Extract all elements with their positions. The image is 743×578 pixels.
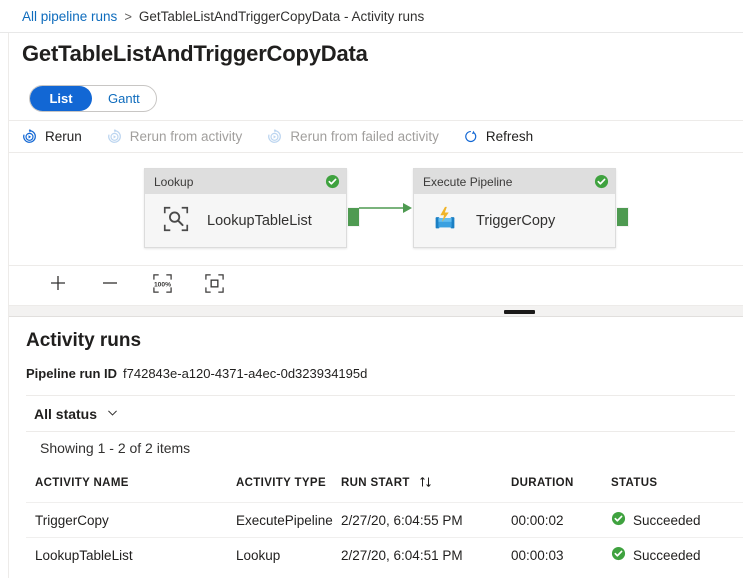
command-bar: Rerun Rerun from activity [9,120,743,152]
view-pivot: List Gantt [29,85,157,112]
showing-count: Showing 1 - 2 of 2 items [26,431,735,464]
cell-duration: 00:00:03 [511,548,611,563]
column-header-run-start-label: RUN START [341,477,410,489]
check-circle-icon [325,174,340,189]
column-header-status[interactable]: STATUS [611,477,741,489]
splitter-grip[interactable] [504,310,535,314]
rerun-from-failed-activity-button[interactable]: Rerun from failed activity [254,121,451,153]
rerun-from-activity-button[interactable]: Rerun from activity [94,121,255,153]
cell-run-start: 2/27/20, 6:04:55 PM [341,513,511,528]
refresh-button[interactable]: Refresh [451,121,545,153]
pipeline-node-lookup[interactable]: Lookup [144,168,347,248]
minus-icon [100,273,120,298]
status-filter-label: All status [34,406,97,422]
check-circle-icon [611,546,626,564]
zoom-to-fit-button[interactable] [203,275,225,297]
breadcrumb-all-pipeline-runs[interactable]: All pipeline runs [22,9,117,24]
cell-status: Succeeded [611,546,741,564]
node-header: Execute Pipeline [414,169,615,194]
node-name-label: TriggerCopy [476,213,555,229]
pivot-item-gantt[interactable]: Gantt [92,86,156,111]
refresh-label: Refresh [486,129,533,144]
plus-icon [48,273,68,298]
status-filter-dropdown[interactable]: All status [26,406,119,422]
cell-activity-type: Lookup [236,548,341,563]
cell-activity-type: ExecutePipeline [236,513,341,528]
activity-runs-heading: Activity runs [26,330,141,352]
rerun-from-activity-label: Rerun from activity [130,129,243,144]
rerun-button[interactable]: Rerun [9,121,94,153]
execute-pipeline-icon [430,204,460,238]
cell-status: Succeeded [611,511,741,529]
table-row[interactable]: LookupTableList Lookup 2/27/20, 6:04:51 … [26,537,743,572]
pipeline-run-id-value[interactable]: f742843e-a120-4371-a4ec-0d323934195d [123,366,367,381]
column-header-run-start[interactable]: RUN START [341,476,511,491]
node-type-label: Execute Pipeline [423,175,512,189]
check-circle-icon [594,174,609,189]
pipeline-run-id-label: Pipeline run ID [26,366,117,381]
activity-runs-page: All pipeline runs > GetTableListAndTrigg… [0,0,743,578]
breadcrumb-separator: > [124,9,132,24]
zoom-out-button[interactable] [99,275,121,297]
node-output-handle[interactable] [616,207,629,227]
rerun-icon [106,128,123,145]
zoom-to-100-button[interactable]: 100% [151,275,173,297]
pipeline-edge-lookup-to-trigger [359,201,415,215]
pipeline-run-id: Pipeline run ID f742843e-a120-4371-a4ec-… [26,366,367,381]
column-header-activity-type[interactable]: ACTIVITY TYPE [236,477,341,489]
fit-to-screen-icon [204,273,225,299]
status-filter-bar: All status [26,395,735,431]
breadcrumb-current: GetTableListAndTriggerCopyData - Activit… [139,9,424,24]
check-circle-icon [611,511,626,529]
cell-run-start: 2/27/20, 6:04:51 PM [341,548,511,563]
canvas-zoom-controls: 100% [9,265,743,305]
pipeline-canvas[interactable]: Lookup [9,152,743,265]
zoom-in-button[interactable] [47,275,69,297]
lookup-magnifier-icon [161,204,191,238]
node-body: LookupTableList [145,194,346,247]
breadcrumb: All pipeline runs > GetTableListAndTrigg… [0,0,743,33]
cell-activity-name: TriggerCopy [26,513,236,528]
status-badge: Succeeded [633,513,701,528]
table-row[interactable]: TriggerCopy ExecutePipeline 2/27/20, 6:0… [26,502,743,537]
pivot-item-list[interactable]: List [30,86,92,111]
rerun-icon [21,128,38,145]
node-name-label: LookupTableList [207,213,312,229]
rerun-icon [266,128,283,145]
cell-duration: 00:00:02 [511,513,611,528]
activity-runs-table: ACTIVITY NAME ACTIVITY TYPE RUN START DU… [26,464,743,572]
node-header: Lookup [145,169,346,194]
column-header-duration[interactable]: DURATION [511,477,611,489]
pipeline-node-execute-pipeline[interactable]: Execute Pipeline [413,168,616,248]
node-body: TriggerCopy [414,194,615,247]
status-badge: Succeeded [633,548,701,563]
rerun-label: Rerun [45,129,82,144]
refresh-icon [463,129,479,145]
zoom-100-icon: 100% [152,273,173,299]
panel-splitter[interactable] [9,305,743,317]
page-title: GetTableListAndTriggerCopyData [22,41,368,67]
svg-text:100%: 100% [153,281,170,288]
sort-updown-icon [419,476,433,491]
rerun-from-failed-activity-label: Rerun from failed activity [290,129,439,144]
column-header-activity-name[interactable]: ACTIVITY NAME [26,477,236,489]
cell-activity-name: LookupTableList [26,548,236,563]
chevron-down-icon [106,406,119,422]
table-header-row: ACTIVITY NAME ACTIVITY TYPE RUN START DU… [26,464,743,502]
node-type-label: Lookup [154,175,193,189]
